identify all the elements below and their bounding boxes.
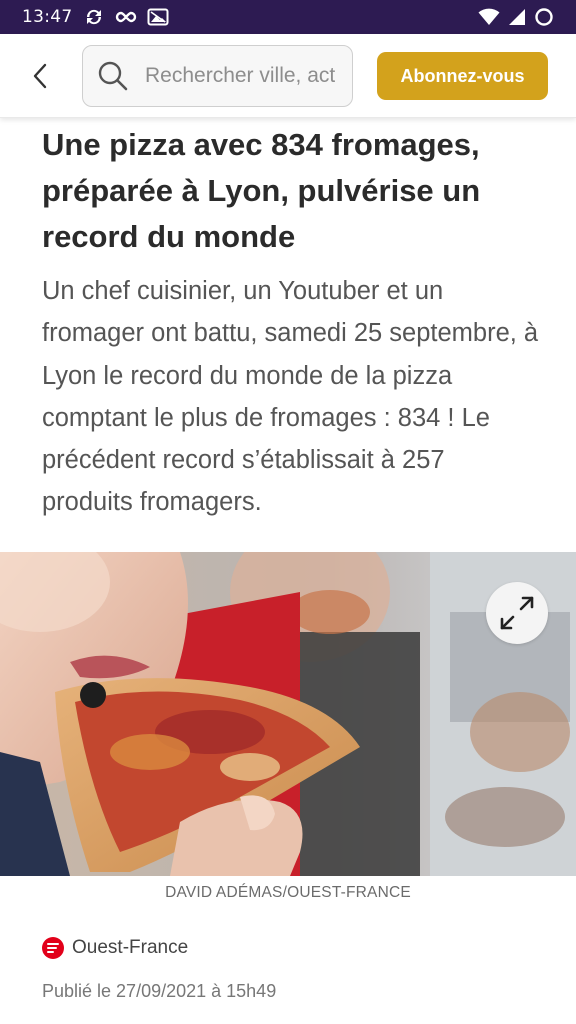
status-time: 13:47 bbox=[22, 7, 73, 27]
article-title: Une pizza avec 834 fromages, préparée à … bbox=[42, 127, 481, 254]
expand-icon bbox=[500, 596, 534, 630]
top-app-bar: Abonnez-vous bbox=[0, 34, 576, 118]
expand-image-button[interactable] bbox=[486, 582, 548, 644]
search-box[interactable] bbox=[82, 45, 353, 107]
chevron-left-icon bbox=[33, 63, 47, 88]
source-name: Ouest-France bbox=[72, 937, 189, 958]
status-system-icons bbox=[478, 7, 554, 27]
article-source[interactable]: Ouest-France bbox=[42, 937, 188, 959]
publish-date: Publié le 27/09/2021 à 15h49 bbox=[42, 981, 277, 1001]
image-icon bbox=[147, 8, 168, 26]
battery-icon bbox=[535, 8, 553, 26]
subscribe-button[interactable]: Abonnez-vous bbox=[377, 52, 548, 100]
infinity-icon bbox=[115, 11, 136, 23]
wifi-icon bbox=[478, 8, 500, 25]
back-button[interactable] bbox=[32, 54, 72, 98]
status-bar: 13:47 bbox=[0, 0, 576, 34]
status-notification-icons bbox=[83, 6, 169, 28]
photo-credit: DAVID ADÉMAS/OUEST-FRANCE bbox=[165, 884, 411, 901]
sync-icon bbox=[86, 9, 101, 25]
article-lead: Un chef cuisinier, un Youtuber et un fro… bbox=[42, 277, 539, 517]
search-icon bbox=[98, 61, 128, 91]
search-input[interactable] bbox=[145, 64, 335, 88]
ouest-france-logo-icon bbox=[42, 937, 64, 959]
signal-icon bbox=[509, 9, 525, 25]
